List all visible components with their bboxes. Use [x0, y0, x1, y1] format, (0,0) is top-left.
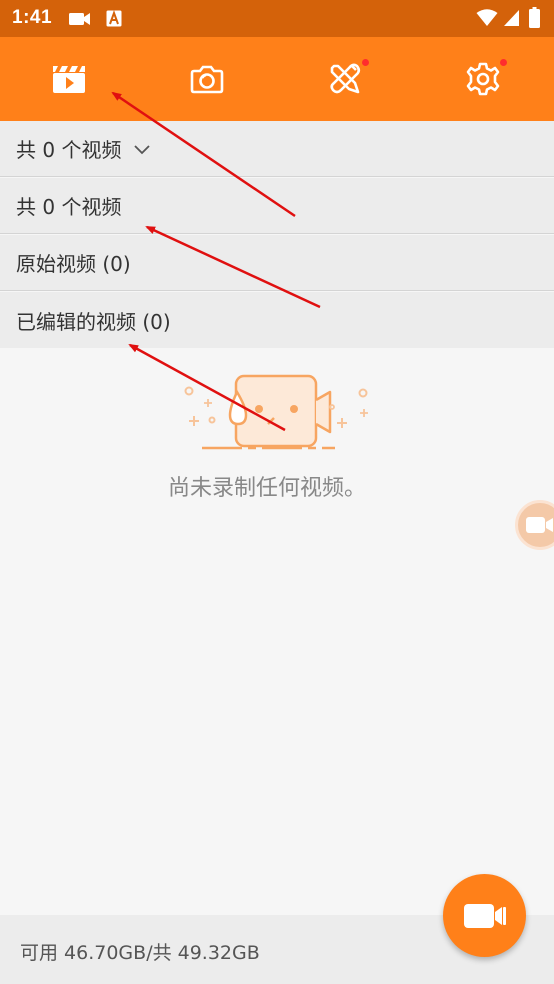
status-time: 1:41	[12, 7, 53, 28]
filter-edited-videos[interactable]: 已编辑的视频 (0)	[0, 292, 554, 348]
signal-icon	[504, 10, 519, 26]
filter-original-videos[interactable]: 原始视频 (0)	[0, 235, 554, 291]
top-tab-bar	[0, 37, 554, 121]
chevron-down-icon	[134, 144, 151, 154]
record-video-button[interactable]	[443, 874, 526, 957]
tab-videos[interactable]	[0, 37, 138, 121]
settings-badge-dot	[500, 59, 507, 66]
tab-settings[interactable]	[414, 37, 552, 121]
tools-icon	[330, 63, 361, 94]
tab-tools[interactable]	[276, 37, 414, 121]
video-count-dropdown[interactable]: 共 0 个视频	[0, 121, 554, 177]
filter-edited-label: 已编辑的视频 (0)	[16, 309, 171, 334]
storage-info: 可用 46.70GB/共 49.32GB	[20, 942, 260, 964]
tools-badge-dot	[362, 59, 369, 66]
video-camera-icon	[69, 13, 90, 25]
battery-icon	[529, 7, 540, 28]
clapperboard-play-icon	[53, 66, 85, 93]
filter-all-label: 共 0 个视频	[16, 195, 122, 219]
status-bar: 1:41	[0, 0, 554, 37]
gear-icon	[466, 62, 500, 96]
wifi-icon	[476, 9, 498, 26]
filter-all-videos[interactable]: 共 0 个视频	[0, 178, 554, 234]
sad-video-camera-icon	[184, 374, 368, 450]
video-camera-icon	[526, 517, 553, 533]
video-camera-icon	[463, 903, 506, 928]
tab-screenshots[interactable]	[138, 37, 276, 121]
empty-state-message: 尚未录制任何视频。	[167, 476, 366, 501]
font-a-icon	[106, 10, 122, 27]
camera-icon	[190, 65, 224, 94]
dropdown-label: 共 0 个视频	[16, 138, 122, 162]
floating-recorder-bubble[interactable]	[515, 500, 554, 550]
filter-original-label: 原始视频 (0)	[16, 252, 131, 276]
